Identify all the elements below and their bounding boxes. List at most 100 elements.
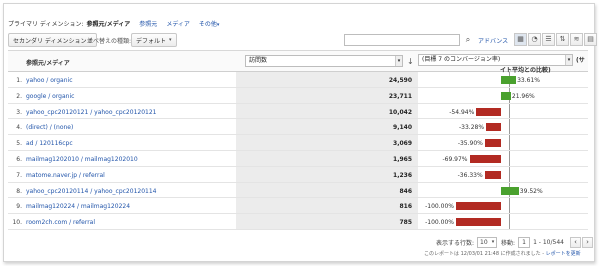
row-number: 4. [16,124,22,132]
comparison-bar [484,170,501,179]
pie-view-icon[interactable]: ◔ [528,33,541,46]
row-visits: 9,140 [393,124,412,132]
prev-page-button[interactable]: ‹ [569,236,581,248]
row-number: 5. [16,140,22,148]
goto-label: 移動: [501,239,516,247]
rows-per-page-label: 表示する行数: [436,239,475,247]
row-dimension-link[interactable]: matome.naver.jp / referral [26,172,105,179]
table-row: 3. yahoo_cpc20120121 / yahoo_cpc20120121 1… [8,104,588,120]
chevron-right-icon: › [586,237,589,246]
row-number: 2. [16,92,22,100]
comparison-percent: -36.33% [457,171,483,179]
report-footer: このレポートは 12/03/01 21:48 に作成されました - レポートを更… [424,251,581,257]
comparison-bar [501,91,511,100]
page-range: 1 - 10/544 [533,238,564,246]
compare-metric-label: (目標 7 のコンバージョン率) [422,56,501,63]
row-visits: 24,590 [388,77,412,84]
next-page-button[interactable]: › [581,236,593,248]
sort-down-icon[interactable]: ↓ [407,57,414,66]
primary-dimension-label: プライマリ ディメンション: [8,20,84,28]
row-number: 7. [16,171,22,179]
row-visits: 1,965 [393,155,412,163]
secondary-dimension-label: セカンダリ ディメンション [13,37,87,45]
chevron-down-icon: ▾ [491,238,495,245]
table-header: 参照元/メディア 訪問数 ▾ ↓ (目標 7 のコンバージョン率) ▾ (サ イ… [8,50,588,74]
row-visits: 785 [399,219,412,227]
comparison-bar [476,107,501,116]
search-icon[interactable]: ⌕ [463,34,473,46]
row-number: 1. [16,77,22,84]
dimension-link-other[interactable]: その他▾ [199,19,220,28]
dimension-link-medium[interactable]: メディア [166,19,190,28]
compare-note-start: (サ [576,57,585,64]
table-row: 1. yahoo / organic 24,590 33.61% [8,72,588,88]
sort-type-label: 並べ替えの種類: [87,38,132,45]
row-visits: 23,711 [388,92,412,100]
row-dimension-link[interactable]: (direct) / (none) [26,124,73,131]
comparison-bar [484,139,501,148]
row-dimension-link[interactable]: yahoo / organic [26,77,73,84]
table-row: 8. yahoo_cpc20120114 / yahoo_cpc20120114 8… [8,183,588,199]
comparison-percent: -35.90% [457,140,483,148]
row-dimension-link[interactable]: yahoo_cpc20120121 / yahoo_cpc20120121 [26,109,156,116]
row-number: 10. [12,219,22,227]
dimension-column-header[interactable]: 参照元/メディア [26,58,70,67]
row-dimension-link[interactable]: google / organic [26,93,74,100]
refresh-report-link[interactable]: レポートを更新 [546,251,581,257]
table-body: 1. yahoo / organic 24,590 33.61% 2. google / … [8,72,588,230]
sort-type-dropdown[interactable]: デフォルト ▾ [131,33,177,47]
comparison-view-icon[interactable]: ⇅ [556,33,569,46]
metric-selector-label: 訪問数 [249,57,268,64]
dimension-link-source[interactable]: 参照元 [139,19,157,28]
sort-type-value: デフォルト [136,37,167,45]
row-dimension-link[interactable]: ad / 120116cpc [26,140,73,147]
row-number: 3. [16,108,22,116]
comparison-percent: -100.00% [425,219,454,227]
row-visits: 3,069 [393,140,412,148]
row-dimension-link[interactable]: yahoo_cpc20120114 / yahoo_cpc20120114 [26,188,156,195]
search-input[interactable] [344,34,460,46]
primary-dimension-current: 参照元/メディア [86,20,131,28]
performance-view-icon[interactable]: ☰ [542,33,555,46]
created-timestamp: このレポートは 12/03/01 21:48 に作成されました [424,251,541,257]
dimension-bar: プライマリ ディメンション: 参照元/メディア 参照元 メディア その他▾ [8,18,219,28]
row-number: 8. [16,187,22,195]
rows-per-page-value: 10 [480,238,488,246]
row-dimension-link[interactable]: mailmag1202010 / mailmag1202010 [26,156,138,163]
pivot-view-icon[interactable]: ▤ [584,33,597,46]
view-switcher: ▦ ◔ ☰ ⇅ ≋ ▤ [514,33,598,46]
comparison-bar [456,218,501,227]
comparison-percent: -69.97% [442,155,468,163]
table-view-icon[interactable]: ▦ [514,33,527,46]
chevron-down-icon: ▾ [395,56,402,66]
row-visits: 816 [399,203,412,211]
row-dimension-link[interactable]: room2ch.com / referral [26,219,95,226]
table-row: 5. ad / 120116cpc 3,069 -35.90% [8,135,588,151]
row-number: 6. [16,155,22,163]
data-table: 参照元/メディア 訪問数 ▾ ↓ (目標 7 のコンバージョン率) ▾ (サ イ… [8,50,588,230]
comparison-bar [501,76,517,84]
goto-page-input[interactable]: 1 [518,236,531,248]
chevron-left-icon: ‹ [574,237,577,246]
comparison-bar [486,123,501,132]
chevron-down-icon: ▾ [216,21,220,28]
row-visits: 1,236 [393,171,412,179]
row-number: 9. [16,203,22,211]
row-dimension-link[interactable]: mailmag120224 / mailmag120224 [26,203,130,210]
chevron-down-icon: ▾ [169,37,172,43]
comparison-bar [501,186,519,195]
chevron-down-icon: ▾ [565,55,572,65]
comparison-bar [469,154,501,163]
table-toolbar: セカンダリ ディメンション ▾ 並べ替えの種類: デフォルト ▾ ⌕ アドバンス… [8,33,597,47]
table-row: 10. room2ch.com / referral 785 -100.00% [8,214,588,230]
metric-selector[interactable]: 訪問数 ▾ [245,55,403,67]
term-cloud-view-icon[interactable]: ≋ [570,33,583,46]
secondary-dimension-button[interactable]: セカンダリ ディメンション ▾ [8,33,98,47]
advanced-filter-link[interactable]: アドバンス [478,36,508,45]
table-row: 7. matome.naver.jp / referral 1,236 -36.33% [8,167,588,183]
pagination: 表示する行数: 10 ▾ 移動: 1 1 - 10/544 ‹ › [436,236,593,248]
table-row: 4. (direct) / (none) 9,140 -33.28% [8,119,588,136]
rows-per-page-select[interactable]: 10 ▾ [477,236,498,248]
comparison-percent: 39.52% [519,187,543,195]
row-visits: 10,042 [388,108,412,116]
